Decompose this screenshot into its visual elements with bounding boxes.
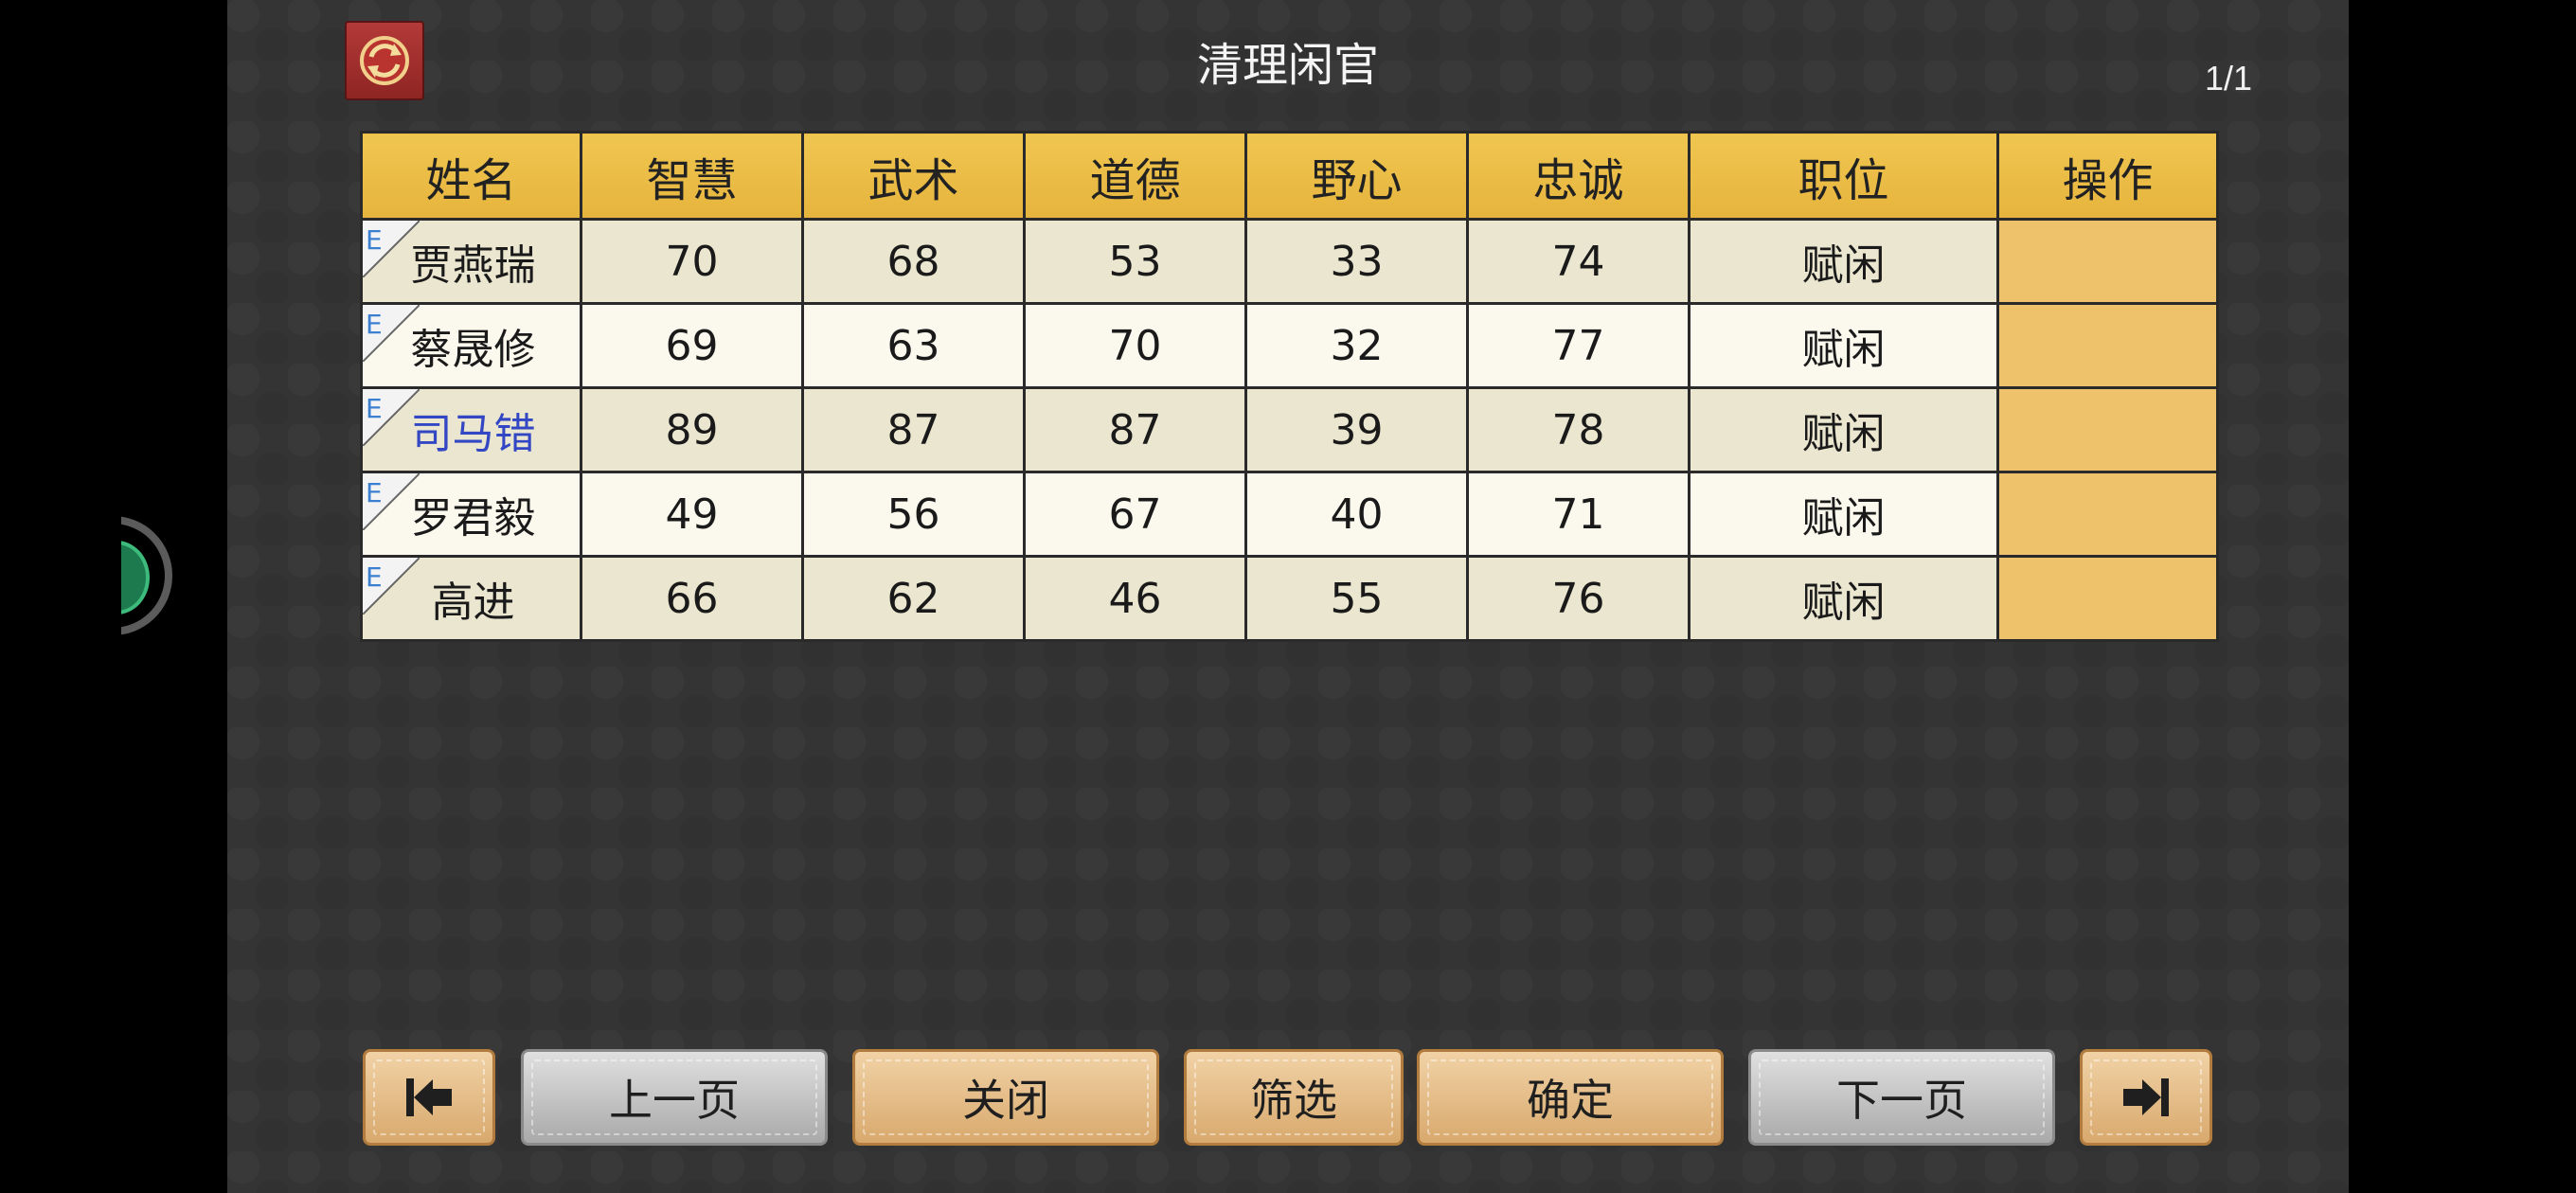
position-value: 赋闲 bbox=[1688, 471, 1999, 558]
header-name: 姓名 bbox=[360, 131, 582, 221]
morality-value: 87 bbox=[1023, 386, 1247, 473]
page-counter: 1/1 bbox=[2204, 59, 2252, 98]
table-row[interactable]: E 蔡晟修 69 63 70 32 77 赋闲 bbox=[360, 302, 2219, 389]
floating-assistant-icon[interactable] bbox=[121, 516, 186, 649]
morality-value: 70 bbox=[1023, 302, 1247, 389]
next-page-button[interactable]: 下一页 bbox=[1748, 1049, 2055, 1146]
morality-value: 46 bbox=[1023, 555, 1247, 642]
operation-cell[interactable] bbox=[1996, 218, 2219, 305]
officer-name-highlighted: 司马错 bbox=[410, 410, 536, 458]
officer-name-cell[interactable]: E 罗君毅 bbox=[360, 471, 582, 558]
header-morality: 道德 bbox=[1023, 131, 1247, 221]
ambition-value: 33 bbox=[1244, 218, 1469, 305]
operation-cell[interactable] bbox=[1996, 302, 2219, 389]
last-page-icon bbox=[2123, 1078, 2169, 1116]
morality-value: 67 bbox=[1023, 471, 1247, 558]
game-screen: 清理闲官 1/1 姓名 智慧 武术 道德 野心 忠诚 职位 操作 E 贾燕瑞 7… bbox=[0, 0, 2576, 1193]
rank-e-badge-icon: E bbox=[363, 558, 420, 614]
first-page-button[interactable] bbox=[363, 1049, 495, 1146]
svg-text:E: E bbox=[366, 393, 383, 424]
ambition-value: 40 bbox=[1244, 471, 1469, 558]
morality-value: 53 bbox=[1023, 218, 1247, 305]
next-page-label: 下一页 bbox=[1836, 1075, 1967, 1126]
ambition-value: 32 bbox=[1244, 302, 1469, 389]
officer-name-cell[interactable]: E 司马错 bbox=[360, 386, 582, 473]
header-operation: 操作 bbox=[1996, 131, 2219, 221]
svg-text:E: E bbox=[366, 309, 383, 340]
loyalty-value: 78 bbox=[1466, 386, 1690, 473]
table-row[interactable]: E 罗君毅 49 56 67 40 71 赋闲 bbox=[360, 471, 2219, 558]
martial-value: 62 bbox=[801, 555, 1026, 642]
loyalty-value: 77 bbox=[1466, 302, 1690, 389]
wisdom-value: 66 bbox=[580, 555, 804, 642]
table-row[interactable]: E 司马错 89 87 87 39 78 赋闲 bbox=[360, 386, 2219, 473]
operation-cell[interactable] bbox=[1996, 471, 2219, 558]
officer-table: 姓名 智慧 武术 道德 野心 忠诚 职位 操作 E 贾燕瑞 70 68 53 3… bbox=[360, 131, 2219, 642]
prev-page-label: 上一页 bbox=[609, 1075, 740, 1126]
officer-name: 蔡晟修 bbox=[410, 326, 536, 374]
martial-value: 63 bbox=[801, 302, 1026, 389]
confirm-label: 确定 bbox=[1527, 1075, 1614, 1126]
officer-name-cell[interactable]: E 蔡晟修 bbox=[360, 302, 582, 389]
header-wisdom: 智慧 bbox=[580, 131, 804, 221]
svg-text:E: E bbox=[366, 224, 383, 256]
wisdom-value: 69 bbox=[580, 302, 804, 389]
filter-button[interactable]: 筛选 bbox=[1184, 1049, 1404, 1146]
wisdom-value: 89 bbox=[580, 386, 804, 473]
clear-idle-officials-panel: 清理闲官 1/1 姓名 智慧 武术 道德 野心 忠诚 职位 操作 E 贾燕瑞 7… bbox=[227, 0, 2349, 1193]
wisdom-value: 49 bbox=[580, 471, 804, 558]
table-row[interactable]: E 高进 66 62 46 55 76 赋闲 bbox=[360, 555, 2219, 642]
officer-name: 高进 bbox=[431, 579, 515, 627]
close-label: 关闭 bbox=[962, 1075, 1049, 1126]
position-value: 赋闲 bbox=[1688, 218, 1999, 305]
martial-value: 68 bbox=[801, 218, 1026, 305]
ambition-value: 39 bbox=[1244, 386, 1469, 473]
officer-name: 贾燕瑞 bbox=[410, 241, 536, 290]
loyalty-value: 74 bbox=[1466, 218, 1690, 305]
page-title: 清理闲官 bbox=[1196, 39, 1379, 92]
header-martial: 武术 bbox=[801, 131, 1026, 221]
officer-name-cell[interactable]: E 高进 bbox=[360, 555, 582, 642]
table-header-row: 姓名 智慧 武术 道德 野心 忠诚 职位 操作 bbox=[360, 131, 2219, 221]
first-page-icon bbox=[406, 1078, 452, 1116]
close-button[interactable]: 关闭 bbox=[852, 1049, 1159, 1146]
loyalty-value: 76 bbox=[1466, 555, 1690, 642]
position-value: 赋闲 bbox=[1688, 386, 1999, 473]
table-row[interactable]: E 贾燕瑞 70 68 53 33 74 赋闲 bbox=[360, 218, 2219, 305]
svg-text:E: E bbox=[366, 477, 383, 508]
wisdom-value: 70 bbox=[580, 218, 804, 305]
officer-name-cell[interactable]: E 贾燕瑞 bbox=[360, 218, 582, 305]
ambition-value: 55 bbox=[1244, 555, 1469, 642]
filter-label: 筛选 bbox=[1250, 1075, 1337, 1126]
loyalty-value: 71 bbox=[1466, 471, 1690, 558]
header-ambition: 野心 bbox=[1244, 131, 1469, 221]
confirm-button[interactable]: 确定 bbox=[1417, 1049, 1724, 1146]
operation-cell[interactable] bbox=[1996, 555, 2219, 642]
header-position: 职位 bbox=[1688, 131, 1999, 221]
position-value: 赋闲 bbox=[1688, 555, 1999, 642]
prev-page-button[interactable]: 上一页 bbox=[521, 1049, 828, 1146]
officer-name: 罗君毅 bbox=[410, 494, 536, 543]
operation-cell[interactable] bbox=[1996, 386, 2219, 473]
header-loyalty: 忠诚 bbox=[1466, 131, 1690, 221]
martial-value: 87 bbox=[801, 386, 1026, 473]
svg-text:E: E bbox=[366, 561, 383, 593]
position-value: 赋闲 bbox=[1688, 302, 1999, 389]
last-page-button[interactable] bbox=[2080, 1049, 2212, 1146]
martial-value: 56 bbox=[801, 471, 1026, 558]
